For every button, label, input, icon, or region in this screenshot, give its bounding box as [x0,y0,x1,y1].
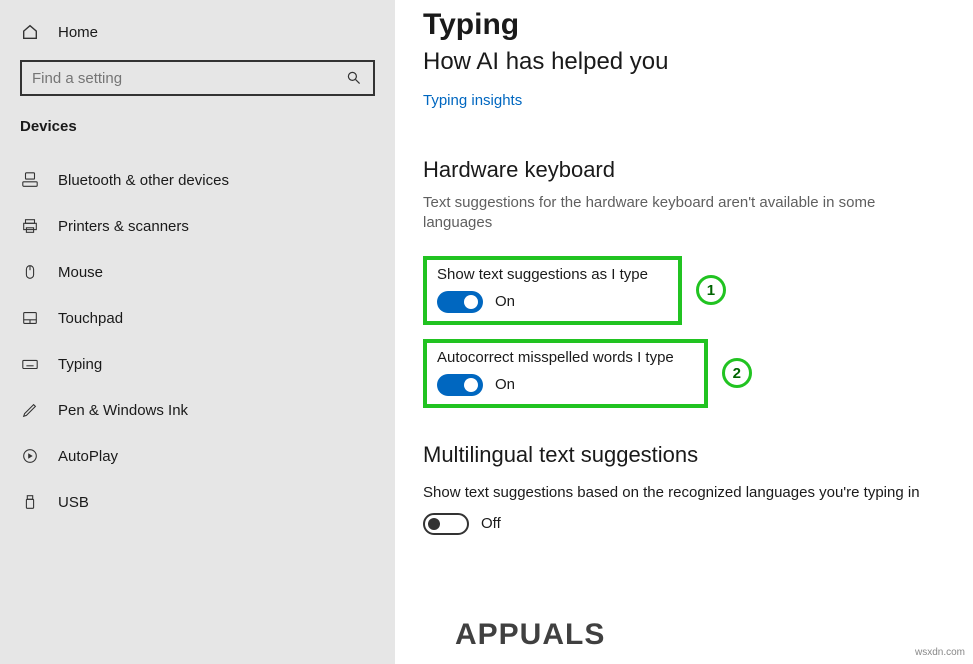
sidebar-item-autoplay[interactable]: AutoPlay [0,433,395,479]
sidebar-item-typing[interactable]: Typing [0,341,395,387]
home-label: Home [58,24,98,41]
multilingual-heading: Multilingual text suggestions [423,442,947,468]
sidebar-nav: Bluetooth & other devices Printers & sca… [0,157,395,525]
mouse-icon [20,262,40,282]
sidebar-section-title: Devices [0,118,395,157]
sidebar-item-label: Mouse [58,264,103,281]
sidebar-item-label: Bluetooth & other devices [58,172,229,189]
printer-icon [20,216,40,236]
toggle-row: On [437,374,674,396]
keyboard-icon [20,354,40,374]
toggle-state: On [495,376,515,393]
sidebar-item-printers[interactable]: Printers & scanners [0,203,395,249]
autoplay-icon [20,446,40,466]
toggle-multilingual[interactable] [423,513,469,535]
hardware-keyboard-hint: Text suggestions for the hardware keyboa… [423,193,923,234]
home-nav-item[interactable]: Home [0,14,395,60]
search-container [0,60,395,118]
page-title: Typing [423,8,947,42]
sidebar-item-label: Printers & scanners [58,218,189,235]
hardware-keyboard-heading: Hardware keyboard [423,157,947,183]
annotation-marker-2: 2 [722,358,752,388]
toggle-text-suggestions[interactable] [437,291,483,313]
touchpad-icon [20,308,40,328]
home-icon [20,22,40,42]
sidebar-item-usb[interactable]: USB [0,479,395,525]
sidebar-item-label: AutoPlay [58,448,118,465]
toggle-autocorrect[interactable] [437,374,483,396]
usb-icon [20,492,40,512]
ai-heading: How AI has helped you [423,48,947,76]
setting-autocorrect: Autocorrect misspelled words I type On [423,339,708,408]
search-box[interactable] [20,60,375,96]
sidebar-item-touchpad[interactable]: Touchpad [0,295,395,341]
toggle-state: On [495,293,515,310]
main-content: Typing How AI has helped you Typing insi… [395,0,973,664]
sidebar-item-pen[interactable]: Pen & Windows Ink [0,387,395,433]
search-icon [345,69,363,87]
search-input[interactable] [32,70,345,87]
annotation-marker-1: 1 [696,275,726,305]
setting-label: Autocorrect misspelled words I type [437,349,674,366]
setting-label: Show text suggestions as I type [437,266,648,283]
toggle-row: On [437,291,648,313]
pen-icon [20,400,40,420]
sidebar-item-label: USB [58,494,89,511]
sidebar-item-label: Typing [58,356,102,373]
typing-insights-link[interactable]: Typing insights [423,92,522,109]
multilingual-description: Show text suggestions based on the recog… [423,482,943,503]
sidebar-item-label: Pen & Windows Ink [58,402,188,419]
multilingual-toggle-row: Off [423,513,947,535]
devices-icon [20,170,40,190]
setting-text-suggestions: Show text suggestions as I type On [423,256,682,325]
setting-row-2: Autocorrect misspelled words I type On 2 [423,339,947,408]
sidebar-item-mouse[interactable]: Mouse [0,249,395,295]
setting-row-1: Show text suggestions as I type On 1 [423,256,947,325]
settings-sidebar: Home Devices Bluetooth & other devices [0,0,395,664]
sidebar-item-label: Touchpad [58,310,123,327]
toggle-state: Off [481,515,501,532]
sidebar-item-bluetooth[interactable]: Bluetooth & other devices [0,157,395,203]
